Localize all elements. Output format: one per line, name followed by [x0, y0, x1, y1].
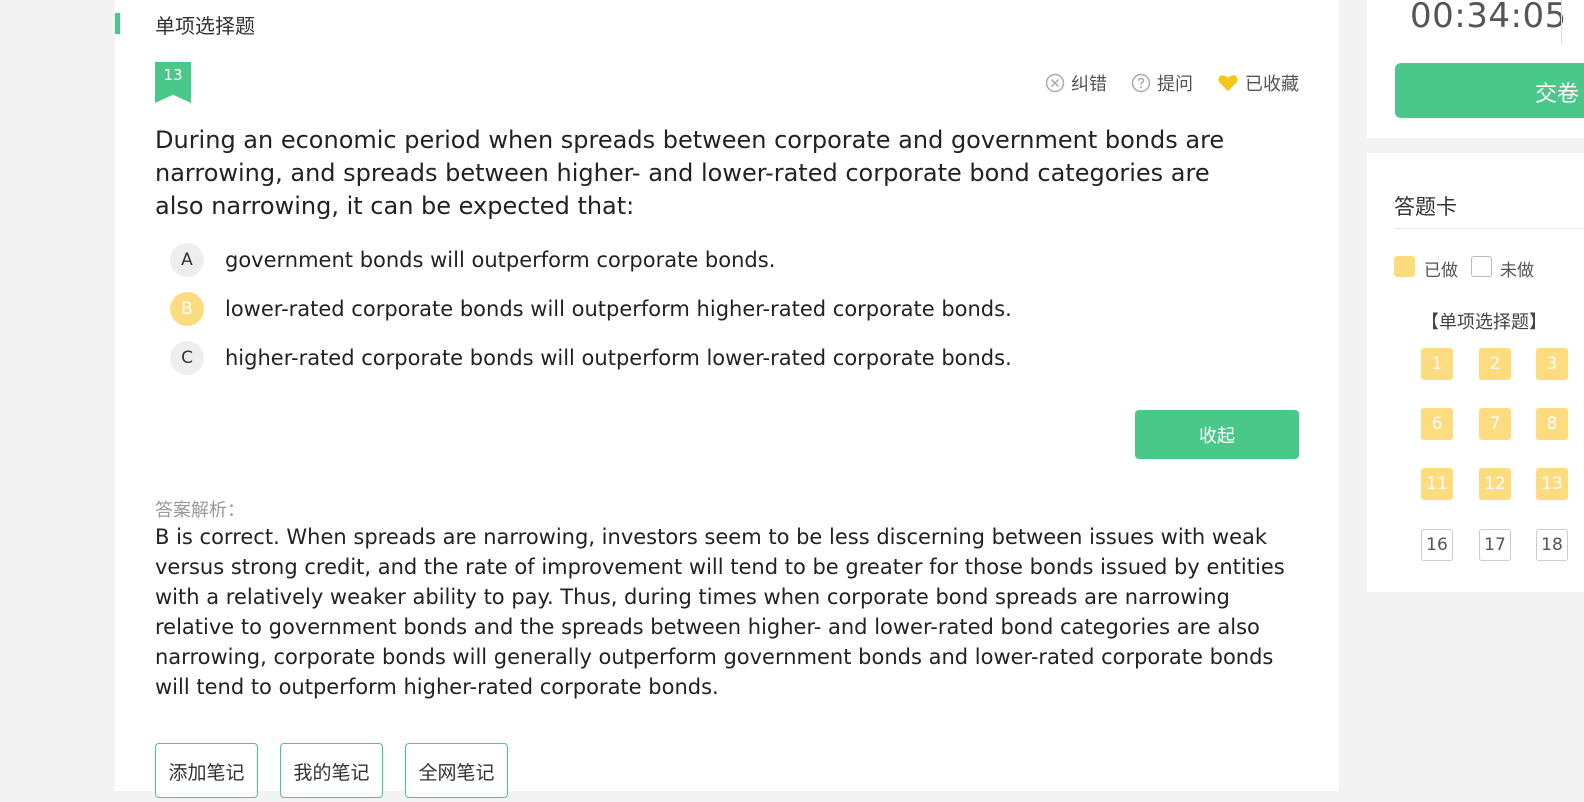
exam-timer: 00:34:05	[1410, 0, 1567, 36]
answer-card: 答题卡 已做 未做 【单项选择题】 1 2 3 6 7 8 11 12 13 1…	[1367, 153, 1584, 592]
answer-cell[interactable]: 1	[1421, 348, 1453, 380]
timer-divider	[1561, 0, 1562, 44]
answer-cell[interactable]: 7	[1479, 408, 1511, 440]
submit-exam-label: 交卷	[1535, 82, 1580, 107]
answer-cell[interactable]: 6	[1421, 408, 1453, 440]
option-a-letter: A	[170, 243, 204, 277]
submit-exam-button[interactable]: 交卷	[1395, 63, 1584, 118]
legend-todo-label: 未做	[1500, 261, 1534, 281]
question-toolbar: 纠错 提问 已收藏	[1045, 70, 1299, 96]
legend-done-label: 已做	[1424, 261, 1458, 281]
question-icon	[1131, 73, 1151, 93]
ask-question-label: 提问	[1157, 74, 1193, 95]
collapse-button[interactable]: 收起	[1135, 410, 1299, 459]
section-title: 单项选择题	[155, 14, 255, 38]
option-a-text: government bonds will outperform corpora…	[225, 248, 776, 272]
answer-card-section-title: 【单项选择题】	[1421, 312, 1547, 333]
my-notes-button[interactable]: 我的笔记	[280, 743, 383, 798]
question-number-badge: 13	[155, 62, 191, 103]
answer-cell[interactable]: 18	[1536, 529, 1568, 561]
analysis-label: 答案解析：	[155, 500, 245, 521]
section-accent-bar	[115, 13, 120, 34]
option-a[interactable]: A government bonds will outperform corpo…	[170, 243, 775, 277]
report-error-label: 纠错	[1071, 74, 1107, 95]
ask-question-button[interactable]: 提问	[1131, 70, 1193, 96]
legend-todo-swatch	[1471, 256, 1492, 277]
timer-card: 00:34:05 交卷	[1367, 0, 1584, 138]
answer-cell[interactable]: 3	[1536, 348, 1568, 380]
answer-card-title: 答题卡	[1394, 195, 1457, 219]
add-note-button[interactable]: 添加笔记	[155, 743, 258, 798]
all-notes-button[interactable]: 全网笔记	[405, 743, 508, 798]
question-panel: 单项选择题 13 纠错 提问 已收藏 During an economic pe…	[115, 0, 1339, 798]
legend-done-swatch	[1394, 256, 1415, 277]
option-c-text: higher-rated corporate bonds will outper…	[225, 346, 1012, 370]
favorite-button[interactable]: 已收藏	[1217, 70, 1299, 96]
report-error-button[interactable]: 纠错	[1045, 70, 1107, 96]
heart-icon	[1217, 73, 1239, 93]
answer-card-divider	[1394, 228, 1584, 229]
answer-cell[interactable]: 12	[1479, 468, 1511, 500]
option-b-text: lower-rated corporate bonds will outperf…	[225, 297, 1012, 321]
answer-cell[interactable]: 2	[1479, 348, 1511, 380]
report-error-icon	[1045, 73, 1065, 93]
answer-cell[interactable]: 16	[1421, 529, 1453, 561]
option-b-letter: B	[170, 292, 204, 326]
answer-cell[interactable]: 17	[1479, 529, 1511, 561]
option-c-letter: C	[170, 341, 204, 375]
question-text: During an economic period when spreads b…	[155, 126, 1225, 220]
answer-cell[interactable]: 8	[1536, 408, 1568, 440]
answer-cell[interactable]: 13	[1536, 468, 1568, 500]
option-b[interactable]: B lower-rated corporate bonds will outpe…	[170, 292, 1012, 326]
favorite-label: 已收藏	[1245, 74, 1299, 95]
option-c[interactable]: C higher-rated corporate bonds will outp…	[170, 341, 1012, 375]
analysis-text: B is correct. When spreads are narrowing…	[155, 525, 1285, 699]
answer-cell[interactable]: 11	[1421, 468, 1453, 500]
